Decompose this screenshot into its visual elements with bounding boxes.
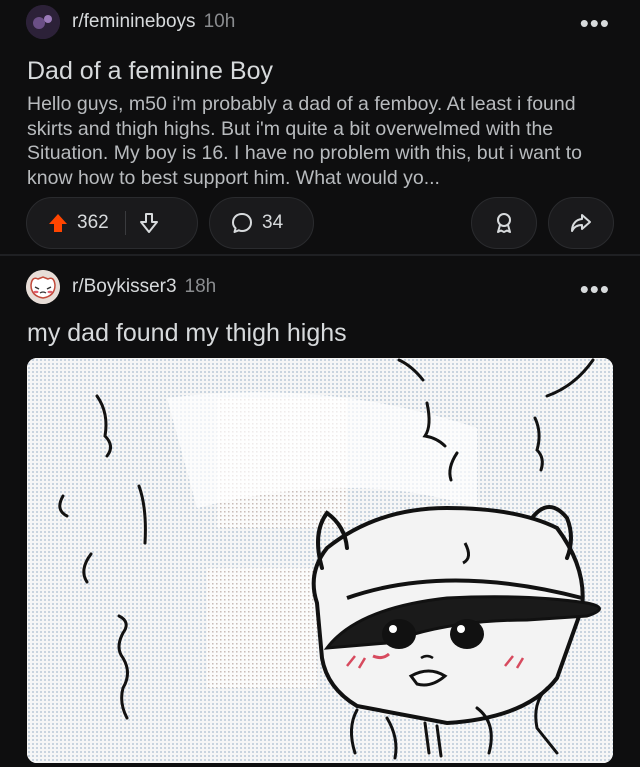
post-body[interactable]: Hello guys, m50 i'm probably a dad of a … [27,92,617,190]
post-time: 18h [184,276,217,297]
post-card-1[interactable]: r/feminineboys 10h ••• Dad of a feminine… [0,0,640,254]
upvote-icon[interactable] [47,212,69,234]
comment-count: 34 [262,212,284,233]
subreddit-avatar-icon [26,270,60,304]
downvote-icon[interactable] [138,212,160,234]
share-icon [571,214,591,232]
comments-button[interactable]: 34 [209,197,314,249]
subreddit-name[interactable]: r/feminineboys [72,11,196,33]
comment-icon [232,213,252,233]
vote-count: 362 [77,212,109,233]
award-button[interactable] [471,197,537,249]
post-header: r/Boykisser3 18h [26,270,216,304]
subreddit-avatar[interactable] [26,270,60,304]
vote-separator [124,211,126,235]
subreddit-avatar-icon [26,5,60,39]
more-options-icon[interactable]: ••• [580,276,610,302]
share-button[interactable] [548,197,614,249]
post-time: 10h [203,11,236,32]
cartoon-boy-image [27,358,613,763]
post-card-2[interactable]: r/Boykisser3 18h ••• my dad found my thi… [0,256,640,767]
award-icon [497,213,511,233]
post-image[interactable] [27,358,613,763]
vote-bar: 362 [26,197,198,249]
post-title[interactable]: my dad found my thigh highs [27,319,347,348]
subreddit-avatar[interactable] [26,5,60,39]
more-options-icon[interactable]: ••• [580,10,610,36]
post-header: r/feminineboys 10h [26,5,235,39]
subreddit-name[interactable]: r/Boykisser3 [72,276,177,298]
post-title[interactable]: Dad of a feminine Boy [27,57,273,86]
